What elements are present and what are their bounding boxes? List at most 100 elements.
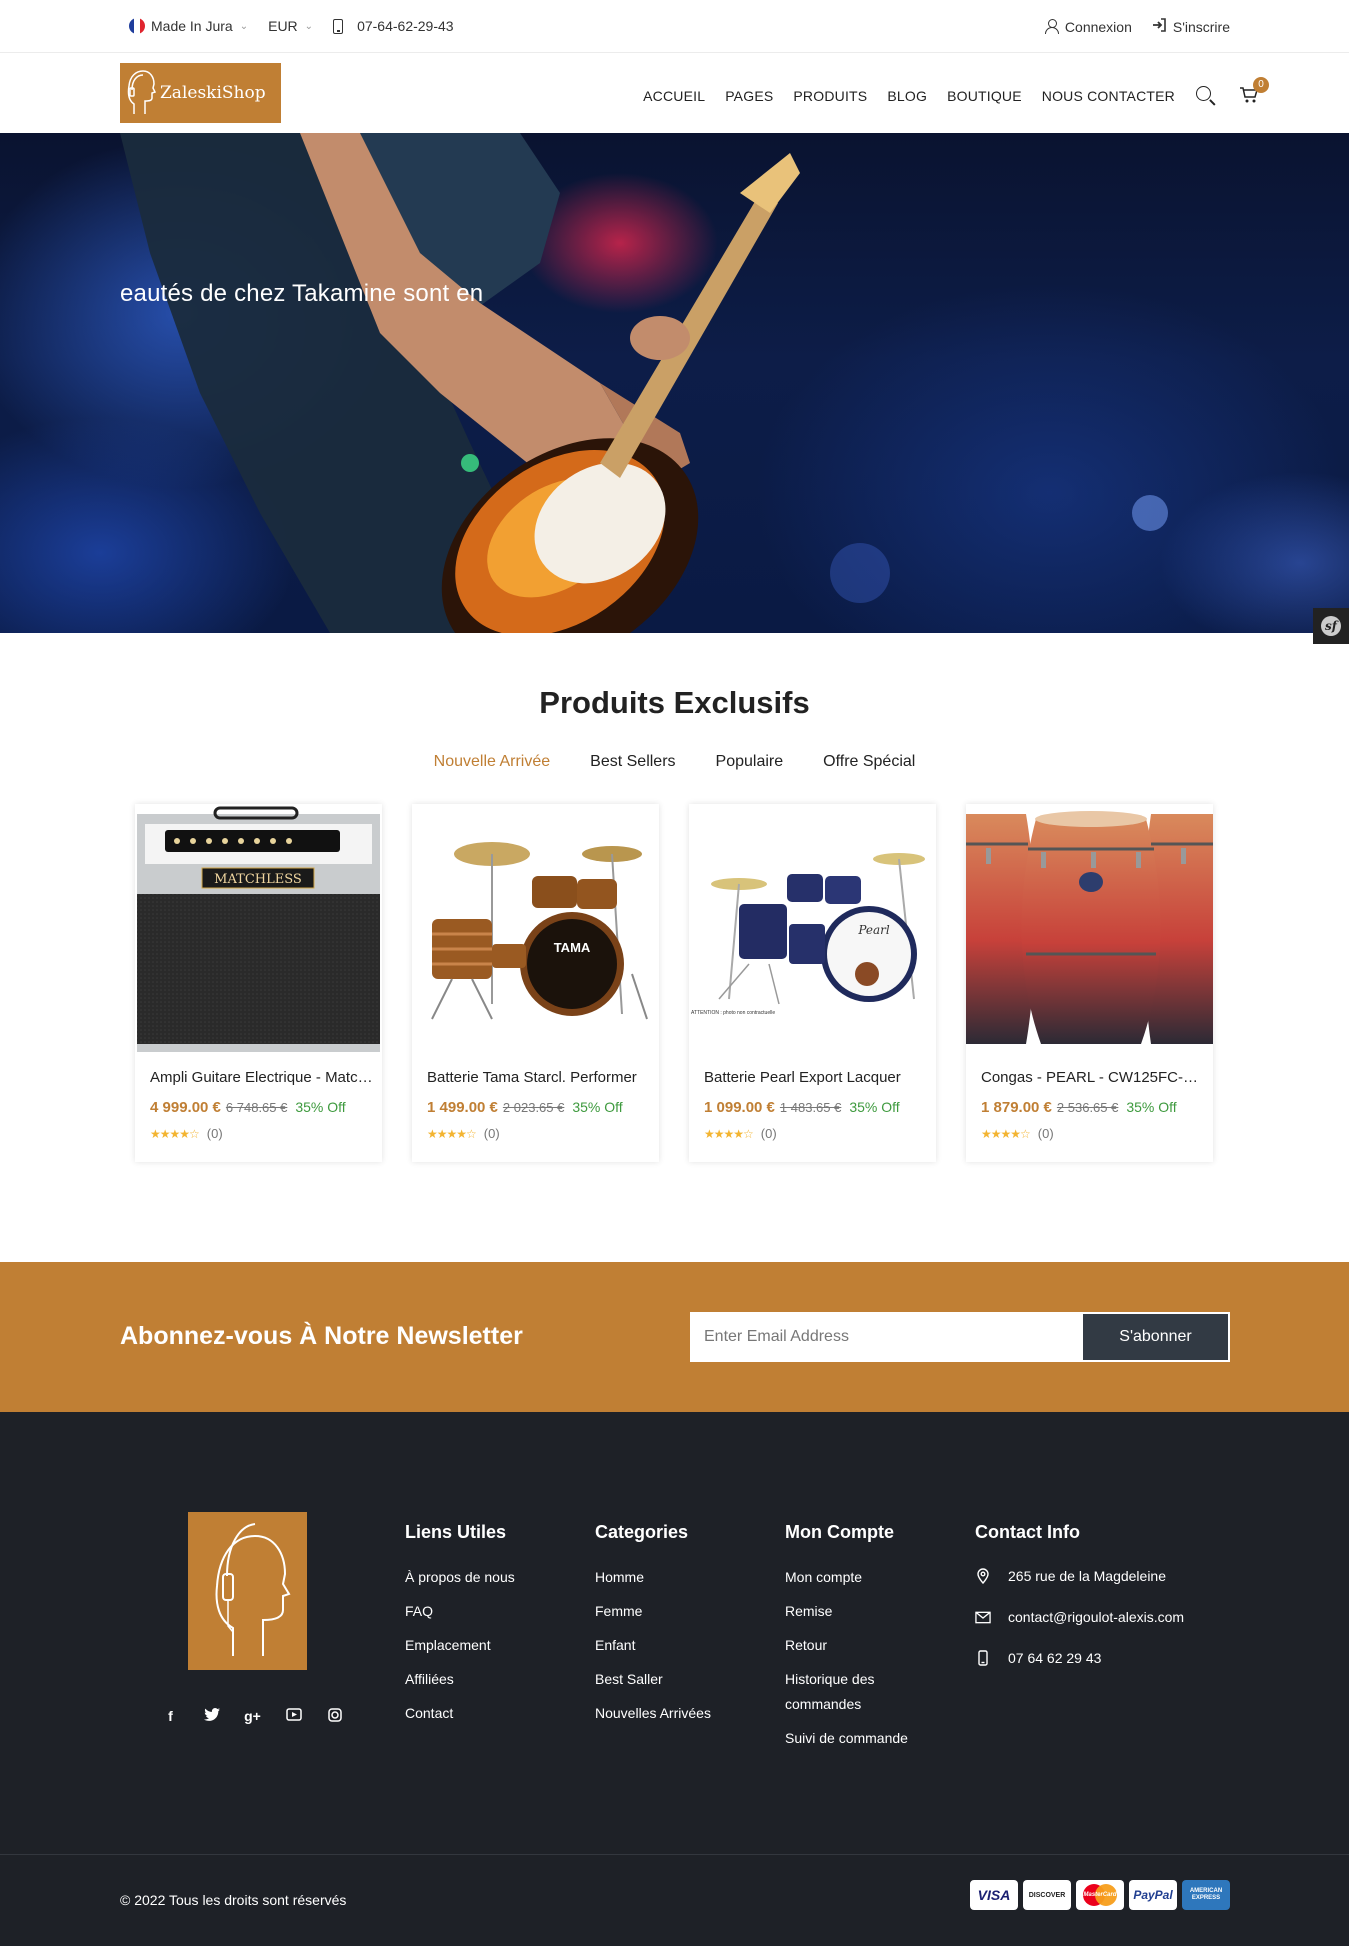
footer-link-new-arrivals[interactable]: Nouvelles Arrivées (595, 1701, 711, 1726)
envelope-icon (975, 1611, 991, 1624)
main-header: ZaleskiShop ACCUEIL PAGES PRODUITS BLOG … (0, 53, 1349, 133)
footer-link-about[interactable]: À propos de nous (405, 1565, 515, 1590)
product-image-congas[interactable] (966, 804, 1213, 1052)
footer-link-affiliates[interactable]: Affiliées (405, 1667, 515, 1692)
user-icon (1044, 19, 1059, 34)
facebook-icon[interactable]: f (150, 1708, 191, 1725)
register-link[interactable]: S'inscrire (1152, 18, 1230, 35)
newsletter-section: Abonnez-vous À Notre Newsletter S'abonne… (0, 1262, 1349, 1412)
footer-link-homme[interactable]: Homme (595, 1565, 711, 1590)
footer-link-enfant[interactable]: Enfant (595, 1633, 711, 1658)
footer-logo[interactable] (188, 1512, 307, 1670)
hero-headline: eautés de chez Takamine sont en (120, 280, 484, 307)
product-name[interactable]: Batterie Pearl Export Lacquer (704, 1069, 929, 1086)
currency-selector[interactable]: EUR ⌄ (268, 18, 313, 34)
discover-icon: DISCOVER (1023, 1880, 1071, 1910)
star-rating-icon: ★★★★☆ (150, 1127, 200, 1141)
register-label: S'inscrire (1172, 18, 1230, 35)
map-pin-icon (975, 1568, 991, 1584)
footer-col-title: Liens Utiles (405, 1522, 507, 1542)
symfony-debug-toggle[interactable]: sf (1313, 608, 1349, 644)
nav-nous-contacter[interactable]: NOUS CONTACTER (1042, 88, 1175, 104)
product-name[interactable]: Ampli Guitare Electrique - Matchless (150, 1069, 375, 1086)
search-icon[interactable] (1195, 86, 1215, 106)
copyright-text: © 2022 Tous les droits sont réservés (120, 1892, 347, 1908)
discount-badge: 35% Off (295, 1099, 346, 1115)
product-image-drum-kit-tama[interactable]: TAMA (412, 804, 659, 1052)
footer-link-my-account[interactable]: Mon compte (785, 1565, 915, 1590)
product-image-drum-kit-pearl[interactable]: Pearl ATTENTION : photo non contractuell… (689, 804, 936, 1052)
login-label: Connexion (1064, 18, 1132, 35)
contact-email[interactable]: contact@rigoulot-alexis.com (975, 1606, 1184, 1628)
hero-guitarist-image (120, 133, 1168, 633)
nav-blog[interactable]: BLOG (887, 88, 927, 104)
cart-count-badge: 0 (1253, 77, 1269, 93)
footer-link-contact[interactable]: Contact (405, 1701, 515, 1726)
google-plus-icon[interactable]: g+ (232, 1708, 273, 1725)
footer-divider (0, 1854, 1349, 1855)
twitter-icon[interactable] (191, 1708, 232, 1725)
product-image-amplifier[interactable]: MATCHLESS (135, 804, 382, 1052)
language-label: Made In Jura (151, 18, 233, 34)
youtube-icon[interactable] (273, 1708, 314, 1725)
nav-produits[interactable]: PRODUITS (793, 88, 867, 104)
discount-badge: 35% Off (849, 1099, 900, 1115)
product-prices: 1 499.00 € 2 023.65 € 35% Off (427, 1099, 623, 1116)
nav-accueil[interactable]: ACCUEIL (643, 88, 705, 104)
product-name[interactable]: Batterie Tama Starcl. Performer (427, 1069, 652, 1086)
cart-button[interactable]: 0 (1239, 77, 1269, 106)
product-card[interactable]: Congas - PEARL - CW125FC-100 1 879.00 € 2… (966, 804, 1213, 1162)
nav-boutique[interactable]: BOUTIQUE (947, 88, 1022, 104)
mastercard-label: MasterCard (1083, 1892, 1117, 1898)
social-links: f g+ (150, 1708, 355, 1725)
footer-link-returns[interactable]: Retour (785, 1633, 915, 1658)
tab-best-sellers[interactable]: Best Sellers (590, 753, 675, 771)
product-card[interactable]: TAMA Batterie Tama Starcl. Performer 1 4… (412, 804, 659, 1162)
product-prices: 1 099.00 € 1 483.65 € 35% Off (704, 1099, 900, 1116)
language-selector[interactable]: Made In Jura ⌄ (129, 18, 248, 34)
amp-brand-label: MATCHLESS (214, 872, 302, 887)
product-rating: ★★★★☆ (0) (981, 1126, 1054, 1141)
subscribe-button[interactable]: S'abonner (1083, 1314, 1228, 1360)
phone-contact[interactable]: 07-64-62-29-43 (333, 18, 454, 34)
product-prices: 1 879.00 € 2 536.65 € 35% Off (981, 1099, 1177, 1116)
nav-pages[interactable]: PAGES (725, 88, 773, 104)
instagram-icon[interactable] (314, 1708, 355, 1725)
mobile-phone-icon (975, 1650, 991, 1666)
login-link[interactable]: Connexion (1044, 18, 1132, 35)
footer-link-order-tracking[interactable]: Suivi de commande (785, 1726, 915, 1751)
payment-methods: VISA DISCOVER MasterCard PayPal AMERICAN… (965, 1880, 1230, 1910)
star-rating-icon: ★★★★☆ (704, 1127, 754, 1141)
tab-populaire[interactable]: Populaire (716, 753, 784, 771)
mastercard-icon: MasterCard (1076, 1880, 1124, 1910)
footer-col-contact: Contact Info 265 rue de la Magdeleine co… (975, 1522, 1184, 1688)
footer-link-faq[interactable]: FAQ (405, 1599, 515, 1624)
tab-nouvelle-arrivee[interactable]: Nouvelle Arrivée (434, 753, 551, 771)
product-rating: ★★★★☆ (0) (704, 1126, 777, 1141)
product-card[interactable]: Pearl ATTENTION : photo non contractuell… (689, 804, 936, 1162)
product-card[interactable]: MATCHLESS Ampli Guitare Electrique - Mat… (135, 804, 382, 1162)
footer-link-best-seller[interactable]: Best Saller (595, 1667, 711, 1692)
newsletter-form: S'abonner (690, 1312, 1230, 1362)
discount-badge: 35% Off (1126, 1099, 1177, 1115)
footer-link-femme[interactable]: Femme (595, 1599, 711, 1624)
tab-offre-speciale[interactable]: Offre Spécial (823, 753, 915, 771)
contact-address: 265 rue de la Magdeleine (975, 1565, 1184, 1587)
contact-phone[interactable]: 07 64 62 29 43 (975, 1647, 1184, 1669)
site-logo[interactable]: ZaleskiShop (120, 63, 281, 123)
footer-link-discount[interactable]: Remise (785, 1599, 915, 1624)
footer-link-location[interactable]: Emplacement (405, 1633, 515, 1658)
newsletter-email-input[interactable] (692, 1314, 1083, 1360)
hero-banner[interactable]: eautés de chez Takamine sont en (0, 133, 1349, 633)
review-count: (0) (206, 1126, 223, 1141)
product-rating: ★★★★☆ (0) (150, 1126, 223, 1141)
visa-icon: VISA (970, 1880, 1018, 1910)
contact-address-text: 265 rue de la Magdeleine (1008, 1568, 1167, 1584)
product-price: 4 999.00 € (150, 1099, 221, 1116)
footer-col-account: Mon Compte Mon compte Remise Retour Hist… (785, 1522, 915, 1760)
footer-link-order-history[interactable]: Historique des commandes (785, 1667, 915, 1717)
contact-phone-text: 07 64 62 29 43 (1008, 1650, 1102, 1666)
product-name[interactable]: Congas - PEARL - CW125FC-100 (981, 1069, 1206, 1086)
product-tabs: Nouvelle Arrivée Best Sellers Populaire … (0, 753, 1349, 771)
product-rating: ★★★★☆ (0) (427, 1126, 500, 1141)
